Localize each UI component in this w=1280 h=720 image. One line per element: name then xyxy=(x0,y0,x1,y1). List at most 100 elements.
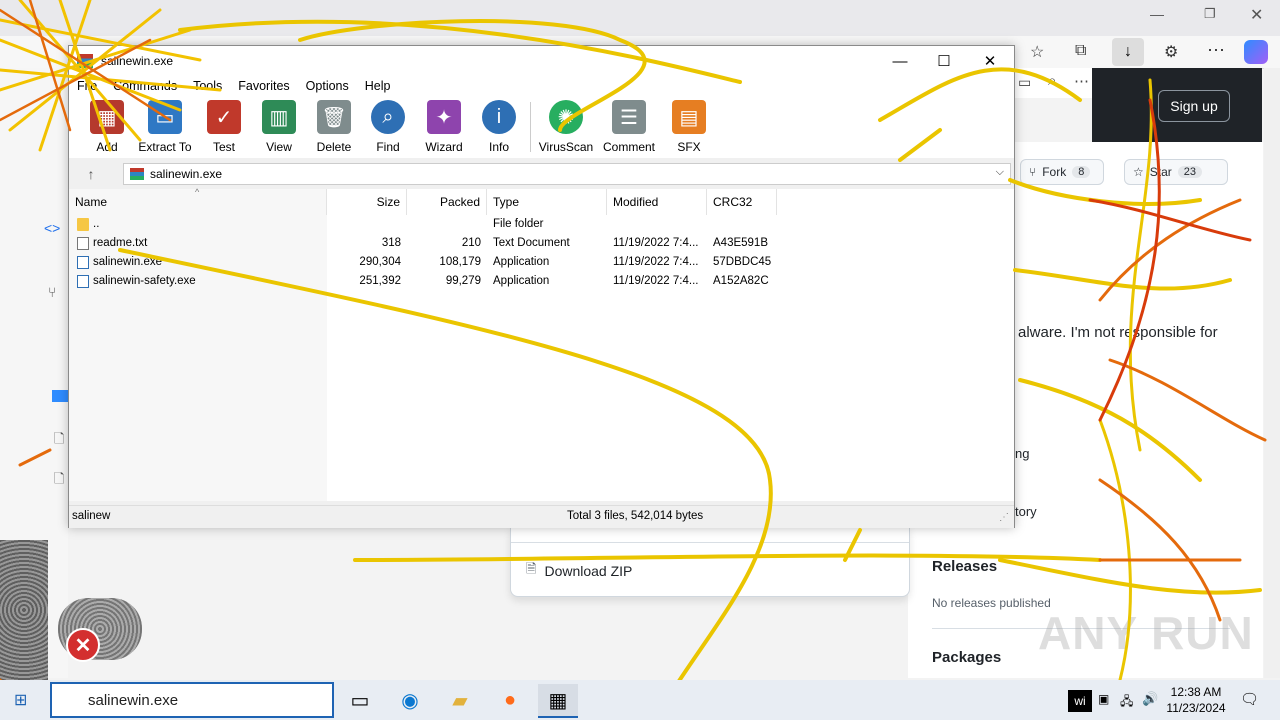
sort-arrow-icon: ^ xyxy=(195,187,200,197)
start-icon[interactable]: ⊞ xyxy=(14,690,27,710)
firefox-icon[interactable]: ● xyxy=(490,684,530,716)
edge-icon[interactable]: ◉ xyxy=(390,684,430,716)
view-button[interactable]: ▥ View xyxy=(249,100,309,154)
row-packed xyxy=(407,215,481,234)
table-row[interactable]: .. File folder xyxy=(69,215,1014,234)
row-packed: 108,179 xyxy=(439,256,481,268)
collections-icon[interactable]: ⧉ xyxy=(1075,42,1086,60)
sidebar-link[interactable]: tory xyxy=(1015,504,1037,519)
menu-file[interactable]: File xyxy=(69,79,105,93)
extract-to-button[interactable]: ▭ Extract To xyxy=(135,100,195,154)
network-icon[interactable]: 🖧 xyxy=(1120,692,1133,713)
comment-label: Comment xyxy=(602,140,655,154)
table-row[interactable]: salinewin.exe 290,304 108,179 Applicatio… xyxy=(69,253,1014,272)
up-arrow-icon[interactable]: ↑ xyxy=(73,163,109,185)
column-header-crc32[interactable]: CRC32 xyxy=(707,189,777,215)
close-icon[interactable]: ✕ xyxy=(1250,5,1263,25)
extensions-icon[interactable]: ⚙ xyxy=(1164,42,1178,62)
wand-icon: ✦ xyxy=(427,100,461,134)
row-name: salinewin-safety.exe xyxy=(93,275,196,287)
fork-count: 8 xyxy=(1072,166,1091,178)
maximize-button[interactable]: ☐ xyxy=(921,46,967,76)
chevron-down-icon[interactable]: ⌵ xyxy=(996,166,1004,179)
row-crc: A152A82C xyxy=(713,275,769,287)
info-icon: i xyxy=(482,100,516,134)
more-icon[interactable]: ⋯ xyxy=(1207,40,1225,61)
taskbar-clock[interactable]: 12:38 AM 11/23/2024 xyxy=(1162,684,1230,716)
column-header-modified[interactable]: Modified xyxy=(607,189,707,215)
application-icon xyxy=(77,256,89,269)
branch-icon[interactable]: ⑂ xyxy=(48,284,56,300)
row-name: readme.txt xyxy=(93,237,148,249)
error-x-icon: ✕ xyxy=(66,628,100,662)
row-modified: 11/19/2022 7:4... xyxy=(613,237,699,249)
row-crc: A43E591B xyxy=(713,237,768,249)
star-button[interactable]: ☆ Star 23 xyxy=(1124,159,1228,185)
menu-favorites[interactable]: Favorites xyxy=(230,79,297,93)
packages-heading[interactable]: Packages xyxy=(932,649,1001,666)
close-button[interactable]: ✕ xyxy=(967,46,1013,76)
info-button[interactable]: i Info xyxy=(469,100,529,154)
sign-up-button[interactable]: Sign up xyxy=(1158,90,1230,122)
toolbar: ▦ Add ▭ Extract To ✓ Test ▥ View 🗑 Delete ⌕ Fi… xyxy=(69,96,1014,158)
taskbar-search-input[interactable]: salinewin.exe xyxy=(50,682,334,718)
menu-tools[interactable]: Tools xyxy=(185,79,230,93)
page-scrollbar[interactable] xyxy=(1264,68,1280,678)
menu-bar: File Commands Tools Favorites Options He… xyxy=(69,76,1014,96)
column-header-type[interactable]: Type xyxy=(487,189,607,215)
restore-icon[interactable]: ❐ xyxy=(1204,6,1216,22)
notification-tray-icon[interactable]: ▣ xyxy=(1098,692,1109,706)
row-type: Application xyxy=(493,256,550,268)
row-modified: 11/19/2022 7:4... xyxy=(613,275,699,287)
comment-button[interactable]: ☰ Comment xyxy=(599,100,659,154)
notification-icon[interactable]: 🗨 xyxy=(1240,690,1259,708)
search-icon[interactable]: ⌕ xyxy=(1048,72,1056,89)
virusscan-button[interactable]: ✺ VirusScan xyxy=(536,100,596,154)
test-button[interactable]: ✓ Test xyxy=(194,100,254,154)
wizard-button[interactable]: ✦ Wizard xyxy=(414,100,474,154)
tray-app-label[interactable]: wi xyxy=(1068,690,1092,712)
row-size: 290,304 xyxy=(359,256,401,268)
table-row[interactable]: readme.txt 318 210 Text Document 11/19/2… xyxy=(69,234,1014,253)
sfx-button[interactable]: ▤ SFX xyxy=(659,100,719,154)
download-zip-item[interactable]: 🗎 Download ZIP xyxy=(526,560,632,582)
sfx-books-icon: ▤ xyxy=(672,100,706,134)
column-header-packed[interactable]: Packed xyxy=(407,189,487,215)
minimize-icon[interactable]: — xyxy=(1150,6,1164,22)
table-row[interactable]: salinewin-safety.exe 251,392 99,279 Appl… xyxy=(69,272,1014,291)
file-explorer-icon[interactable]: ▰ xyxy=(440,684,480,716)
title-bar[interactable]: salinewin.exe — ☐ ✕ xyxy=(69,46,1014,76)
view-label: View xyxy=(266,140,292,154)
releases-heading[interactable]: Releases xyxy=(932,558,997,575)
copilot-icon[interactable] xyxy=(1244,40,1268,64)
star-icon: ☆ xyxy=(1133,165,1144,179)
more-icon[interactable]: ⋯ xyxy=(1074,72,1089,90)
fork-button[interactable]: ⑂ Fork 8 xyxy=(1020,159,1104,185)
folder-icon[interactable]: ▭ xyxy=(1018,74,1031,91)
code-icon[interactable]: <> xyxy=(44,220,60,236)
text-file-icon xyxy=(77,237,89,250)
download-zip-label: Download ZIP xyxy=(544,563,633,579)
row-name: salinewin.exe xyxy=(93,256,163,268)
address-bar: ↑ salinewin.exe ⌵ xyxy=(69,161,1014,187)
menu-help[interactable]: Help xyxy=(357,79,399,93)
delete-button[interactable]: 🗑 Delete xyxy=(304,100,364,154)
menu-options[interactable]: Options xyxy=(298,79,357,93)
column-header-size[interactable]: Size xyxy=(327,189,407,215)
resize-grip-icon[interactable]: ⋰ xyxy=(999,512,1009,523)
sidebar-link[interactable]: ng xyxy=(1015,446,1029,461)
menu-commands[interactable]: Commands xyxy=(105,79,185,93)
winrar-taskbar-icon[interactable]: ▦ xyxy=(538,684,578,718)
minimize-button[interactable]: — xyxy=(877,46,923,76)
row-size xyxy=(327,215,401,234)
task-view-icon[interactable]: ▭ xyxy=(340,684,380,716)
add-button[interactable]: ▦ Add xyxy=(77,100,137,154)
folder-icon xyxy=(52,390,68,402)
find-button[interactable]: ⌕ Find xyxy=(358,100,418,154)
volume-icon[interactable]: 🔊 xyxy=(1142,691,1158,707)
favorites-star-icon[interactable]: ☆ xyxy=(1030,42,1044,62)
view-book-icon: ▥ xyxy=(262,100,296,134)
address-field[interactable]: salinewin.exe ⌵ xyxy=(123,163,1011,185)
archive-icon xyxy=(130,168,144,180)
downloads-icon[interactable]: ↓ xyxy=(1112,38,1144,66)
